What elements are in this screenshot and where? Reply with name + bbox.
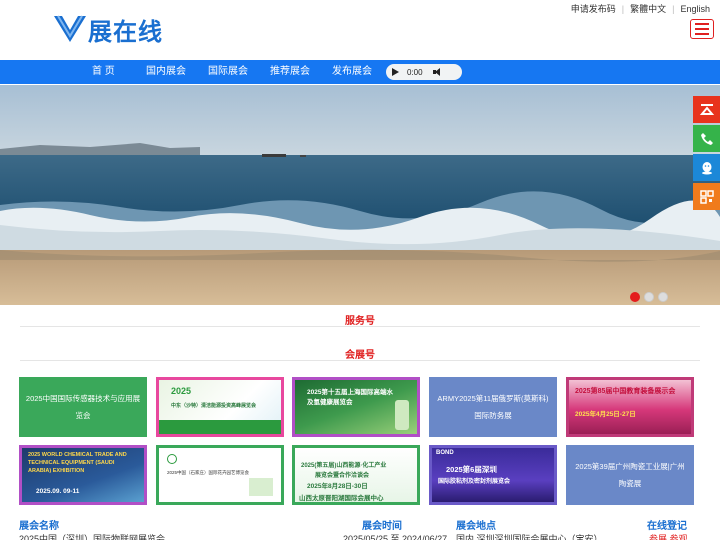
site-logo[interactable]: 展在线: [52, 12, 167, 46]
nav-recommended-exhibitions[interactable]: 推荐展会: [270, 60, 310, 84]
exhibition-tile[interactable]: 2025中国（石家庄）国际花卉园艺博览会: [156, 445, 284, 505]
qrcode-icon[interactable]: [693, 183, 720, 210]
phone-icon[interactable]: [693, 125, 720, 152]
exhibition-tile[interactable]: 2025中国国际传感器技术与应用展览会: [19, 377, 147, 437]
tile-poster: 2025(第五届)山西能源·化工产业 展览会暨合作洽谈会 2025年8月28日-…: [295, 448, 417, 502]
tile-title: 2025中国国际传感器技术与应用展览会: [25, 393, 141, 420]
audio-time: 0:00: [407, 67, 423, 77]
col-header-name: 展会名称: [19, 521, 59, 532]
section-divider: [20, 326, 700, 327]
exhibition-tile[interactable]: 2025第39届广州陶瓷工业展|广州陶瓷展: [566, 445, 694, 505]
english-link[interactable]: English: [674, 4, 716, 14]
tile-poster: BOND 2025第6届深圳 国际胶粘剂及密封剂展览会: [432, 448, 554, 502]
carousel-dots: [630, 292, 668, 302]
nav-international-exhibitions[interactable]: 国际展会: [208, 60, 248, 84]
top-links: 申请发布码 | 繁體中文 | English: [565, 2, 716, 15]
audio-player[interactable]: 0:00: [386, 64, 462, 80]
row-exhibition-name[interactable]: 2025中国（深圳）国际物联网展览会: [19, 532, 165, 540]
row-exhibition-time: 2025/05/25 至 2024/06/27: [343, 534, 448, 540]
logo-text: 展在线: [88, 18, 163, 46]
hero-banner[interactable]: [0, 85, 720, 305]
tile-poster: 2025第85届中国教育装备展示会 2025年4月25日-27日: [569, 380, 691, 434]
site-header: 展在线 申请发布码 | 繁體中文 | English: [0, 0, 720, 60]
traditional-chinese-link[interactable]: 繁體中文: [624, 2, 672, 15]
section-divider: [20, 360, 700, 361]
apply-code-link[interactable]: 申请发布码: [565, 2, 622, 15]
float-toolbar: [693, 96, 720, 212]
volume-icon[interactable]: [432, 68, 442, 76]
logo-mark-icon: [54, 15, 86, 42]
tile-poster: 2025第十五届上海国际高端水 及氢健康展览会: [295, 380, 417, 434]
tile-title: 2025第39届广州陶瓷工业展|广州陶瓷展: [575, 461, 685, 488]
hamburger-menu-icon[interactable]: [690, 19, 714, 39]
nav-publish-exhibition[interactable]: 发布展会: [332, 60, 372, 84]
exhibition-tile[interactable]: BOND 2025第6届深圳 国际胶粘剂及密封剂展览会: [429, 445, 557, 505]
tile-poster: 2025 中东（沙特）清洁能源投资高峰展览会: [159, 380, 281, 434]
row-exhibition-place: 国内 深圳深圳国际会展中心（宝安）: [456, 534, 603, 540]
col-header-place: 展会地点: [456, 521, 496, 532]
nav-domestic-exhibitions[interactable]: 国内展会: [146, 60, 186, 84]
col-header-register: 在线登记: [647, 521, 687, 532]
qq-icon[interactable]: [693, 154, 720, 181]
seaside-photo: [0, 85, 720, 305]
exhibition-tile[interactable]: 2025(第五届)山西能源·化工产业 展览会暨合作洽谈会 2025年8月28日-…: [292, 445, 420, 505]
exhibition-section-title: 会展号: [345, 350, 375, 361]
exhibition-tile[interactable]: ARMY2025第11届俄罗斯(莫斯科)国际防务展: [429, 377, 557, 437]
carousel-dot[interactable]: [644, 292, 654, 302]
exhibition-tile[interactable]: 2025第85届中国教育装备展示会 2025年4月25日-27日: [566, 377, 694, 437]
exhibition-tile[interactable]: 2025第十五届上海国际高端水 及氢健康展览会: [292, 377, 420, 437]
nav-home[interactable]: 首 页: [92, 60, 115, 84]
carousel-dot[interactable]: [630, 292, 640, 302]
play-icon[interactable]: [392, 68, 399, 76]
exhibition-tile[interactable]: 2025 中东（沙特）清洁能源投资高峰展览会: [156, 377, 284, 437]
exhibition-tile[interactable]: 2025 WORLD CHEMICAL TRADE AND TECHNICAL …: [19, 445, 147, 505]
row-register-links[interactable]: 参展 参观: [649, 532, 688, 540]
carousel-dot[interactable]: [658, 292, 668, 302]
service-section-title: 服务号: [345, 316, 375, 327]
col-header-time: 展会时间: [362, 521, 402, 532]
tile-title: ARMY2025第11届俄罗斯(莫斯科)国际防务展: [437, 393, 549, 420]
back-to-top-icon[interactable]: [693, 96, 720, 123]
tile-poster: 2025中国（石家庄）国际花卉园艺博览会: [159, 448, 281, 502]
main-nav: 首 页 国内展会 国际展会 推荐展会 发布展会 0:00: [0, 60, 720, 84]
tile-poster: 2025 WORLD CHEMICAL TRADE AND TECHNICAL …: [22, 448, 144, 502]
